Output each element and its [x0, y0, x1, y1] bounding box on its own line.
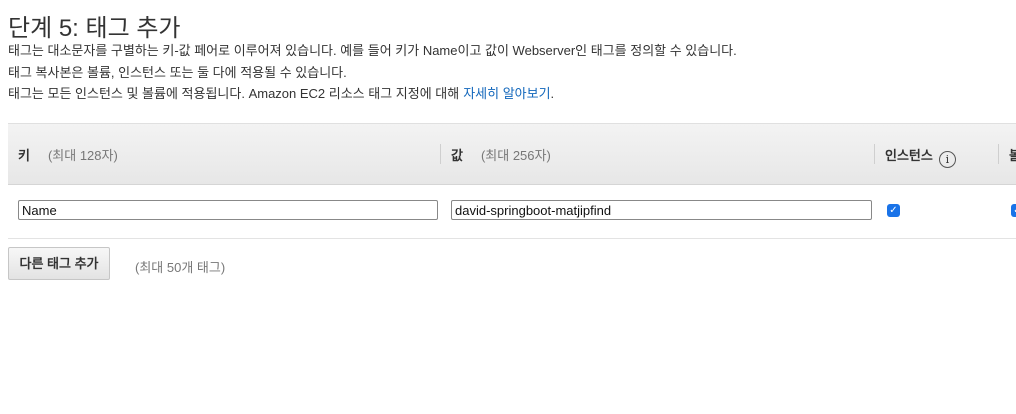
key-column-header: 키 (최대 128자) — [18, 145, 118, 164]
description-line-2: 태그 복사본은 볼륨, 인스턴스 또는 둘 다에 적용될 수 있습니다. — [8, 65, 347, 80]
table-row: ✓ ✓ — [8, 184, 1016, 239]
description-line-3-text: 태그는 모든 인스턴스 및 볼륨에 적용됩니다. Amazon EC2 리소스 … — [8, 86, 460, 101]
tag-value-input[interactable] — [451, 200, 872, 220]
tags-table-header: 키 (최대 128자) 값 (최대 256자) 인스턴스 i 볼 — [8, 123, 1016, 185]
value-column-limit: (최대 256자) — [480, 148, 551, 163]
description-line-1: 태그는 대소문자를 구별하는 키-값 페어로 이루어져 있습니다. 예를 들어 … — [8, 43, 737, 58]
instances-column-label: 인스턴스 — [885, 148, 933, 163]
volumes-column-header: 볼 — [1009, 145, 1016, 164]
column-divider — [998, 144, 999, 164]
add-another-tag-button[interactable]: 다른 태그 추가 — [8, 247, 110, 280]
info-icon[interactable]: i — [938, 151, 956, 168]
learn-more-link[interactable]: 자세히 알아보기 — [463, 86, 550, 101]
key-column-limit: (최대 128자) — [47, 148, 118, 163]
volumes-column-label: 볼 — [1009, 148, 1016, 163]
value-column-header: 값 (최대 256자) — [451, 145, 551, 164]
page-title: 단계 5: 태그 추가 — [8, 15, 181, 42]
description-line-3-period: . — [550, 86, 555, 101]
instances-checkbox[interactable]: ✓ — [887, 204, 900, 217]
tag-key-input[interactable] — [18, 200, 438, 220]
volumes-checkbox[interactable]: ✓ — [1011, 204, 1016, 217]
max-tags-note: (최대 50개 태그) — [135, 260, 226, 275]
add-tags-step: 단계 5: 태그 추가 태그는 대소문자를 구별하는 키-값 페어로 이루어져 … — [0, 0, 1016, 414]
key-column-label: 키 — [18, 148, 30, 163]
instances-column-header: 인스턴스 i — [885, 145, 956, 168]
column-divider — [874, 144, 875, 164]
description-line-3: 태그는 모든 인스턴스 및 볼륨에 적용됩니다. Amazon EC2 리소스 … — [8, 83, 554, 102]
value-column-label: 값 — [451, 148, 463, 163]
column-divider — [440, 144, 441, 164]
